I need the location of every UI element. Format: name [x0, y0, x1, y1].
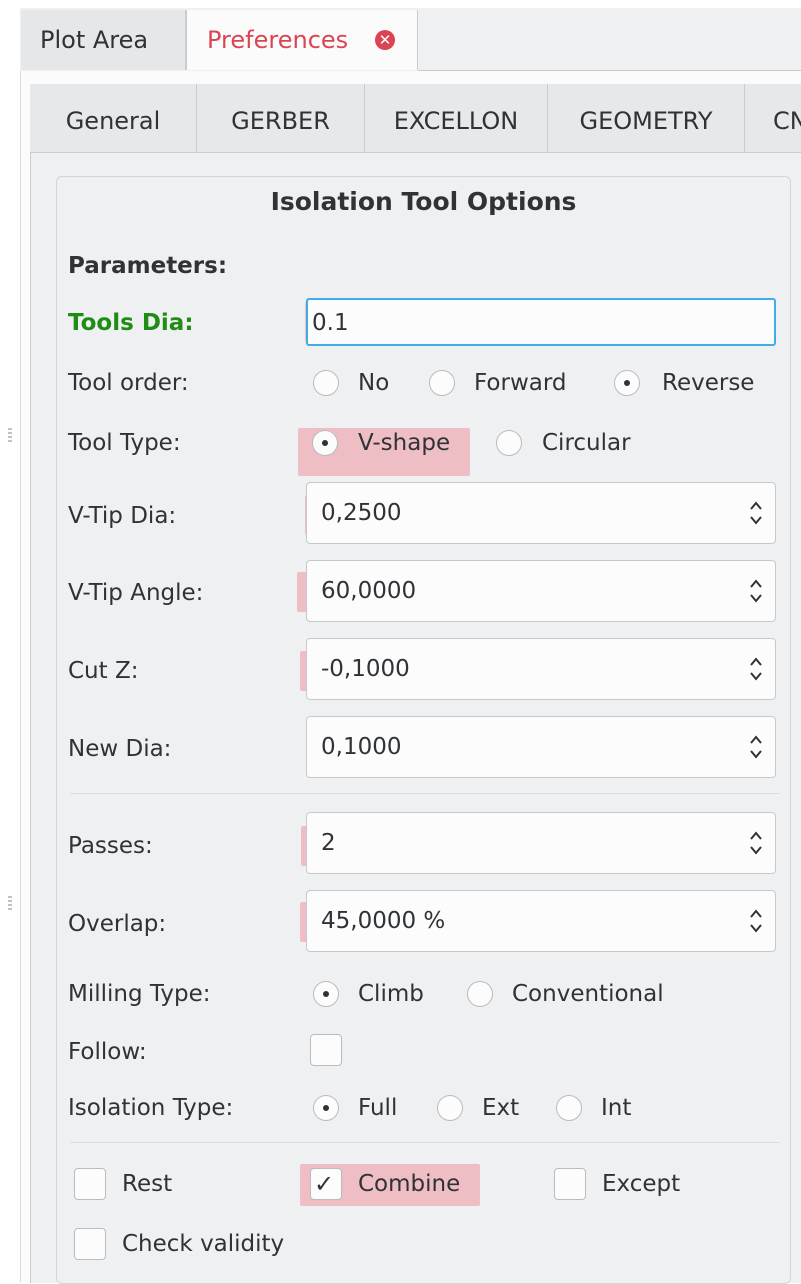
tool-order-reverse-radio[interactable]	[614, 370, 640, 396]
isolation-ext-radio[interactable]	[437, 1095, 463, 1121]
vtip-dia-value: 0,2500	[321, 500, 402, 526]
spinbox-arrows-icon[interactable]	[749, 498, 763, 528]
preferences-tab-bar: General GERBER EXCELLON GEOMETRY CNC	[30, 84, 801, 152]
tab-geometry-label: GEOMETRY	[579, 107, 713, 135]
tab-excellon-label: EXCELLON	[393, 107, 519, 135]
overlap-value: 45,0000 %	[321, 908, 446, 934]
spinbox-arrows-icon[interactable]	[749, 828, 763, 858]
tab-gerber[interactable]: GERBER	[197, 84, 365, 152]
check-validity-checkbox[interactable]	[74, 1228, 106, 1260]
tab-excellon[interactable]: EXCELLON	[365, 84, 548, 152]
spinbox-arrows-icon[interactable]	[749, 732, 763, 762]
milling-conventional-label: Conventional	[512, 981, 664, 1007]
cut-z-label: Cut Z:	[68, 658, 139, 684]
cut-z-spinbox[interactable]: -0,1000	[306, 638, 776, 700]
tab-preferences[interactable]: Preferences ✕	[186, 10, 418, 70]
tool-order-forward-label: Forward	[474, 370, 567, 396]
panel-title: Isolation Tool Options	[270, 187, 577, 216]
new-dia-label: New Dia:	[68, 736, 172, 762]
splitter-grip-icon[interactable]	[8, 896, 12, 910]
cut-z-value: -0,1000	[321, 656, 410, 682]
isolation-ext-label: Ext	[482, 1095, 520, 1121]
milling-climb-label: Climb	[358, 981, 424, 1007]
tab-cnc-label: CNC	[773, 107, 801, 135]
combine-checkbox[interactable]: ✓	[310, 1168, 342, 1200]
vtip-angle-value: 60,0000	[321, 578, 417, 604]
section-divider	[70, 1142, 780, 1143]
tools-dia-label: Tools Dia:	[68, 310, 194, 336]
except-checkbox[interactable]	[554, 1168, 586, 1200]
vtip-dia-label: V-Tip Dia:	[68, 503, 177, 529]
overlap-spinbox[interactable]: 45,0000 %	[306, 890, 776, 952]
tab-plot-area-label: Plot Area	[40, 26, 149, 54]
new-dia-spinbox[interactable]: 0,1000	[306, 716, 776, 778]
rest-label: Rest	[122, 1171, 173, 1197]
tab-gerber-label: GERBER	[231, 107, 330, 135]
milling-type-label: Milling Type:	[68, 981, 211, 1007]
isolation-full-label: Full	[358, 1095, 398, 1121]
spinbox-arrows-icon[interactable]	[749, 576, 763, 606]
tool-type-vshape-label: V-shape	[358, 430, 451, 456]
passes-label: Passes:	[68, 833, 153, 859]
isolation-type-label: Isolation Type:	[68, 1095, 234, 1121]
isolation-full-radio[interactable]	[313, 1095, 339, 1121]
passes-spinbox[interactable]: 2	[306, 812, 776, 874]
check-validity-label: Check validity	[122, 1231, 285, 1257]
spinbox-arrows-icon[interactable]	[749, 906, 763, 936]
tab-cnc[interactable]: CNC	[745, 84, 801, 152]
tool-order-label: Tool order:	[68, 370, 189, 396]
vtip-angle-spinbox[interactable]: 60,0000	[306, 560, 776, 622]
combine-label: Combine	[358, 1171, 461, 1197]
window-top-edge	[20, 0, 801, 8]
rest-checkbox[interactable]	[74, 1168, 106, 1200]
follow-label: Follow:	[68, 1039, 147, 1065]
milling-conventional-radio[interactable]	[467, 981, 493, 1007]
tab-general-label: General	[65, 107, 161, 135]
tab-geometry[interactable]: GEOMETRY	[548, 84, 745, 152]
except-label: Except	[602, 1171, 681, 1197]
passes-value: 2	[321, 830, 336, 856]
vtip-dia-spinbox[interactable]: 0,2500	[306, 482, 776, 544]
splitter-grip-icon[interactable]	[8, 428, 12, 442]
tools-dia-value: 0.1	[312, 310, 349, 336]
isolation-int-radio[interactable]	[556, 1095, 582, 1121]
milling-climb-radio[interactable]	[313, 981, 339, 1007]
isolation-int-label: Int	[601, 1095, 632, 1121]
tools-dia-input[interactable]: 0.1	[306, 298, 776, 346]
tool-order-no-label: No	[358, 370, 390, 396]
spinbox-arrows-icon[interactable]	[749, 654, 763, 684]
close-icon[interactable]: ✕	[375, 30, 395, 50]
tool-order-no-radio[interactable]	[313, 370, 339, 396]
parameters-heading: Parameters:	[68, 253, 228, 279]
checkmark-icon: ✓	[314, 1170, 335, 1198]
overlap-label: Overlap:	[68, 911, 167, 937]
tool-type-label: Tool Type:	[68, 430, 181, 456]
follow-checkbox[interactable]	[310, 1034, 342, 1066]
tool-order-forward-radio[interactable]	[429, 370, 455, 396]
tab-preferences-label: Preferences	[207, 26, 349, 54]
tool-type-vshape-radio[interactable]	[312, 430, 338, 456]
tool-type-circular-radio[interactable]	[496, 430, 522, 456]
tab-general[interactable]: General	[30, 84, 197, 152]
new-dia-value: 0,1000	[321, 734, 402, 760]
vtip-angle-label: V-Tip Angle:	[68, 580, 204, 606]
tab-plot-area[interactable]: Plot Area	[21, 10, 186, 70]
section-divider	[70, 793, 780, 794]
tool-type-circular-label: Circular	[542, 430, 631, 456]
tool-order-reverse-label: Reverse	[662, 370, 755, 396]
